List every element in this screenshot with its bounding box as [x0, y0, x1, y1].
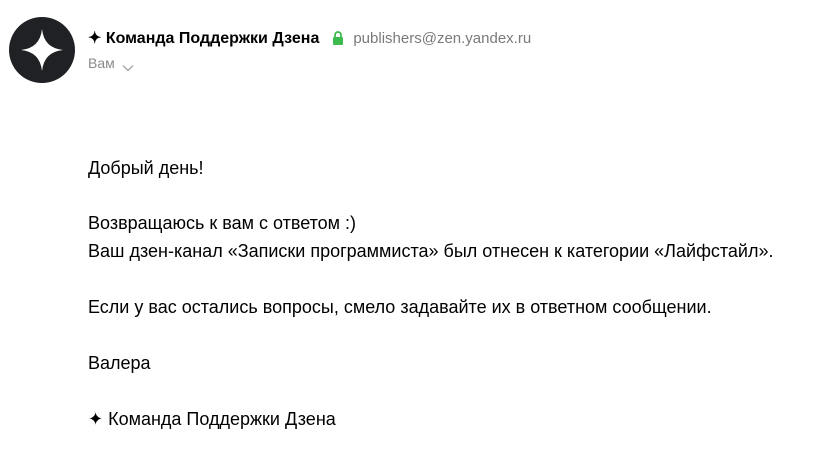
- message-line: Ваш дзен-канал «Записки программиста» бы…: [88, 241, 774, 261]
- sender-avatar[interactable]: [9, 17, 75, 83]
- chevron-down-icon: [122, 59, 134, 72]
- signature-team: ✦ Команда Поддержки Дзена: [88, 409, 336, 429]
- recipient-label: Вам: [88, 55, 115, 71]
- signature-name: Валера: [88, 353, 151, 373]
- message-line: Возвращаюсь к вам с ответом :): [88, 213, 357, 233]
- recipient-toggle[interactable]: Вам: [88, 55, 134, 72]
- message-line: Если у вас остались вопросы, смело задав…: [88, 297, 712, 317]
- sender-name[interactable]: ✦ Команда Поддержки Дзена: [88, 28, 319, 48]
- lock-icon: [332, 31, 344, 45]
- zen-star-logo-icon: [21, 29, 63, 71]
- sender-line: ✦ Команда Поддержки Дзена publishers@zen…: [88, 28, 531, 48]
- sender-email[interactable]: publishers@zen.yandex.ru: [353, 30, 531, 47]
- message-greeting: Добрый день!: [88, 158, 204, 178]
